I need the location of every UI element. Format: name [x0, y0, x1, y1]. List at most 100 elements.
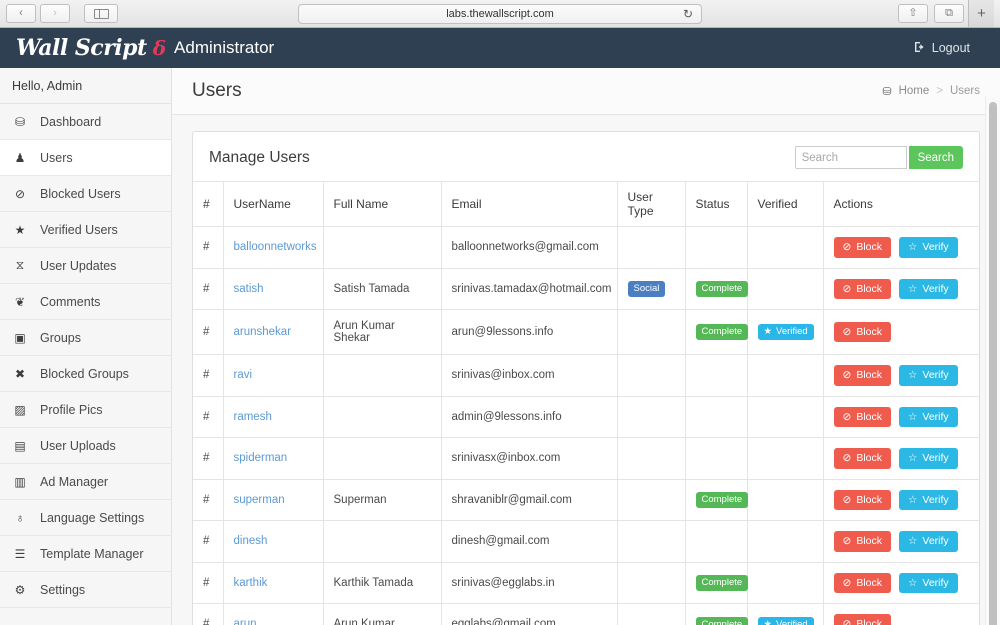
browser-toolbar: ‹ › labs.thewallscript.com ↻ ⇧ ⧉ + — [0, 0, 1000, 28]
username-link[interactable]: arun — [234, 618, 257, 625]
username-link[interactable]: dinesh — [234, 535, 268, 547]
block-button[interactable]: ⊘ Block — [833, 278, 891, 299]
username-link[interactable]: arunshekar — [234, 326, 292, 338]
logout-button[interactable]: Logout — [914, 41, 984, 56]
cell-email: srinivas@egglabs.in — [440, 561, 618, 604]
sidebar-item-user-uploads[interactable]: ▤ User Uploads — [0, 428, 171, 464]
admin-title: Administrator — [174, 38, 275, 57]
cell-email: srinivasx@inbox.com — [440, 437, 618, 480]
block-button[interactable]: ⊘ Block — [833, 448, 891, 469]
logo-text: Wall Script — [16, 35, 147, 61]
cell-status — [684, 354, 748, 397]
list-icon: ☰ — [14, 546, 26, 561]
sidebar-item-blocked-users[interactable]: ⊘ Blocked Users — [0, 176, 171, 212]
block-button-label: Block — [856, 410, 882, 423]
ban-icon: ⊘ — [842, 325, 852, 338]
address-bar[interactable]: labs.thewallscript.com ↻ — [298, 3, 702, 24]
block-button[interactable]: ⊘ Block — [833, 531, 891, 552]
verify-button[interactable]: ☆ Verify — [899, 572, 958, 593]
username-link[interactable]: spiderman — [234, 452, 288, 464]
cell-username: ravi — [222, 354, 324, 397]
verify-button[interactable]: ☆ Verify — [899, 237, 958, 258]
search-input[interactable] — [794, 146, 907, 169]
table-row: # ramesh admin@9lessons.info ⊘ Block ☆ Verify — [193, 395, 979, 438]
brand-logo[interactable]: Wall Script δ — [16, 35, 166, 61]
sidebar-item-language-settings[interactable]: ♁ Language Settings — [0, 500, 171, 536]
verify-button[interactable]: ☆ Verify — [899, 489, 958, 510]
verify-button[interactable]: ☆ Verify — [899, 365, 958, 386]
sidebar-toggle-button[interactable] — [84, 4, 118, 23]
block-button[interactable]: ⊘ Block — [833, 489, 891, 510]
column-header-verified: Verified — [746, 181, 824, 227]
cell-fullname: Superman — [322, 478, 442, 521]
scrollbar-thumb[interactable] — [989, 102, 997, 625]
block-button-label: Block — [856, 452, 882, 464]
sidebar-item-comments[interactable]: ❦ Comments — [0, 284, 171, 320]
logout-icon — [914, 41, 926, 56]
cell-usertype — [616, 354, 686, 397]
sidebar-item-template-manager[interactable]: ☰ Template Manager — [0, 536, 171, 572]
username-link[interactable]: superman — [234, 494, 285, 506]
block-button-label: Block — [856, 576, 882, 589]
star-outline-icon: ☆ — [908, 282, 918, 295]
block-button[interactable]: ⊘ Block — [833, 406, 891, 427]
username-link[interactable]: ramesh — [234, 411, 272, 423]
ban-icon: ⊘ — [842, 452, 852, 464]
share-icon[interactable]: ⇧ — [898, 4, 928, 23]
block-button-label: Block — [856, 618, 882, 625]
cell-fullname — [322, 226, 442, 269]
sidebar-item-users[interactable]: ♟ Users — [0, 140, 171, 176]
cell-status: Complete — [684, 267, 749, 310]
breadcrumb-home-link[interactable]: Home — [899, 85, 930, 97]
tabs-overview-icon[interactable]: ⧉ — [934, 4, 964, 23]
cell-usertype — [616, 520, 686, 563]
verify-button[interactable]: ☆ Verify — [899, 278, 958, 299]
sidebar-item-groups[interactable]: ▣ Groups — [0, 320, 171, 356]
verify-button[interactable]: ☆ Verify — [899, 531, 958, 552]
status-badge: Complete — [695, 281, 749, 297]
page-scrollbar[interactable] — [985, 96, 1000, 625]
sidebar-item-user-updates[interactable]: ⧖ User Updates — [0, 248, 171, 284]
ad-icon: ▥ — [14, 474, 26, 489]
block-button[interactable]: ⊘ Block — [833, 572, 891, 593]
star-outline-icon: ☆ — [908, 493, 918, 506]
cell-fullname: Arun Kumar — [322, 603, 442, 625]
username-link[interactable]: karthik — [234, 577, 268, 589]
sidebar-item-verified-users[interactable]: ★ Verified Users — [0, 212, 171, 248]
username-link[interactable]: balloonnetworks — [234, 241, 317, 253]
sidebar-item-label: Language Settings — [40, 510, 145, 525]
block-button[interactable]: ⊘ Block — [833, 614, 891, 625]
table-row: # arun Arun Kumar egglabs@gmail.com Complete… — [193, 603, 979, 625]
cell-username: spiderman — [222, 437, 324, 480]
sidebar-item-dashboard[interactable]: ⛁ Dashboard — [0, 104, 171, 140]
globe-icon: ♁ — [15, 510, 25, 525]
cell-index: # — [193, 603, 224, 625]
users-icon: ♟ — [14, 150, 26, 165]
sidebar-item-ad-manager[interactable]: ▥ Ad Manager — [0, 464, 171, 500]
star-icon: ★ — [14, 222, 26, 237]
column-header-fullname: Full Name — [322, 181, 442, 227]
page-body: Hello, Admin ⛁ Dashboard ♟ Users ⊘ Block… — [0, 68, 1000, 625]
search-button[interactable]: Search — [908, 146, 963, 169]
block-button[interactable]: ⊘ Block — [833, 237, 891, 258]
cell-actions: ⊘ Block ☆ Verify — [822, 520, 979, 563]
sidebar-item-profile-pics[interactable]: ▨ Profile Pics — [0, 392, 171, 428]
cell-actions: ⊘ Block ☆ Verify — [822, 395, 979, 438]
verify-button-label: Verify — [922, 282, 949, 295]
username-link[interactable]: ravi — [234, 369, 253, 381]
username-link[interactable]: satish — [234, 283, 264, 295]
block-button[interactable]: ⊘ Block — [833, 365, 891, 386]
table-header-row: # UserName Full Name Email User Type Sta… — [193, 181, 979, 227]
reload-icon[interactable]: ↻ — [683, 7, 693, 21]
column-header-email: Email — [440, 181, 618, 227]
new-tab-button[interactable]: + — [968, 0, 994, 27]
sidebar-item-blocked-groups[interactable]: ✖ Blocked Groups — [0, 356, 171, 392]
url-text: labs.thewallscript.com — [446, 7, 554, 20]
verify-button[interactable]: ☆ Verify — [899, 406, 958, 427]
cell-usertype — [616, 603, 686, 625]
back-button[interactable]: ‹ — [6, 4, 36, 23]
block-button[interactable]: ⊘ Block — [833, 321, 891, 343]
verify-button[interactable]: ☆ Verify — [899, 448, 958, 469]
sidebar-item-settings[interactable]: ⚙ Settings — [0, 572, 171, 608]
forward-button[interactable]: › — [40, 4, 70, 23]
